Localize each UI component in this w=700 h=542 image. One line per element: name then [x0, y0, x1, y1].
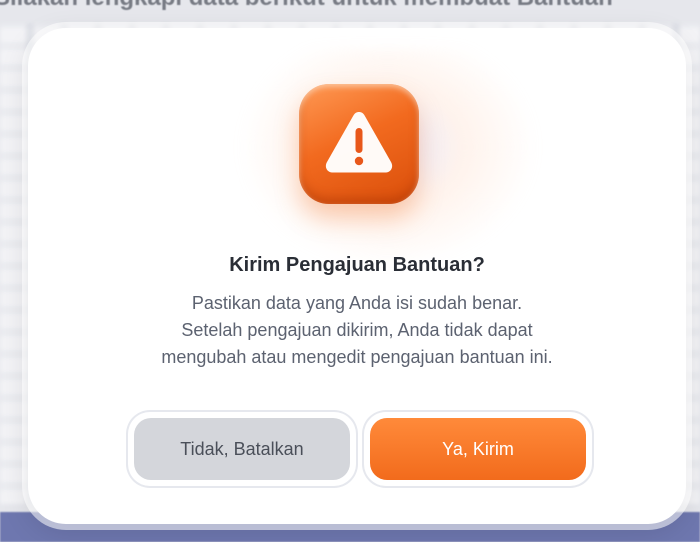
confirm-send-button[interactable]: Ya, Kirim: [370, 418, 586, 480]
dialog-message-line: Pastikan data yang Anda isi sudah benar.: [191, 293, 523, 313]
warning-triangle-icon: [325, 112, 393, 173]
confirm-button-frame: Ya, Kirim: [364, 412, 592, 486]
warning-icon-tile: [299, 84, 419, 204]
cancel-button-frame: Tidak, Batalkan: [128, 412, 356, 486]
dialog-message-line: Setelah pengajuan dikirim, Anda tidak da…: [181, 320, 533, 340]
cancel-button[interactable]: Tidak, Batalkan: [134, 418, 350, 480]
dialog-message: Pastikan data yang Anda isi sudah benar.…: [68, 290, 646, 371]
confirm-dialog: Kirim Pengajuan Bantuan? Pastikan data y…: [28, 28, 686, 524]
dialog-message-line: mengubah atau mengedit pengajuan bantuan…: [161, 347, 553, 367]
dialog-title: Kirim Pengajuan Bantuan?: [229, 254, 485, 276]
